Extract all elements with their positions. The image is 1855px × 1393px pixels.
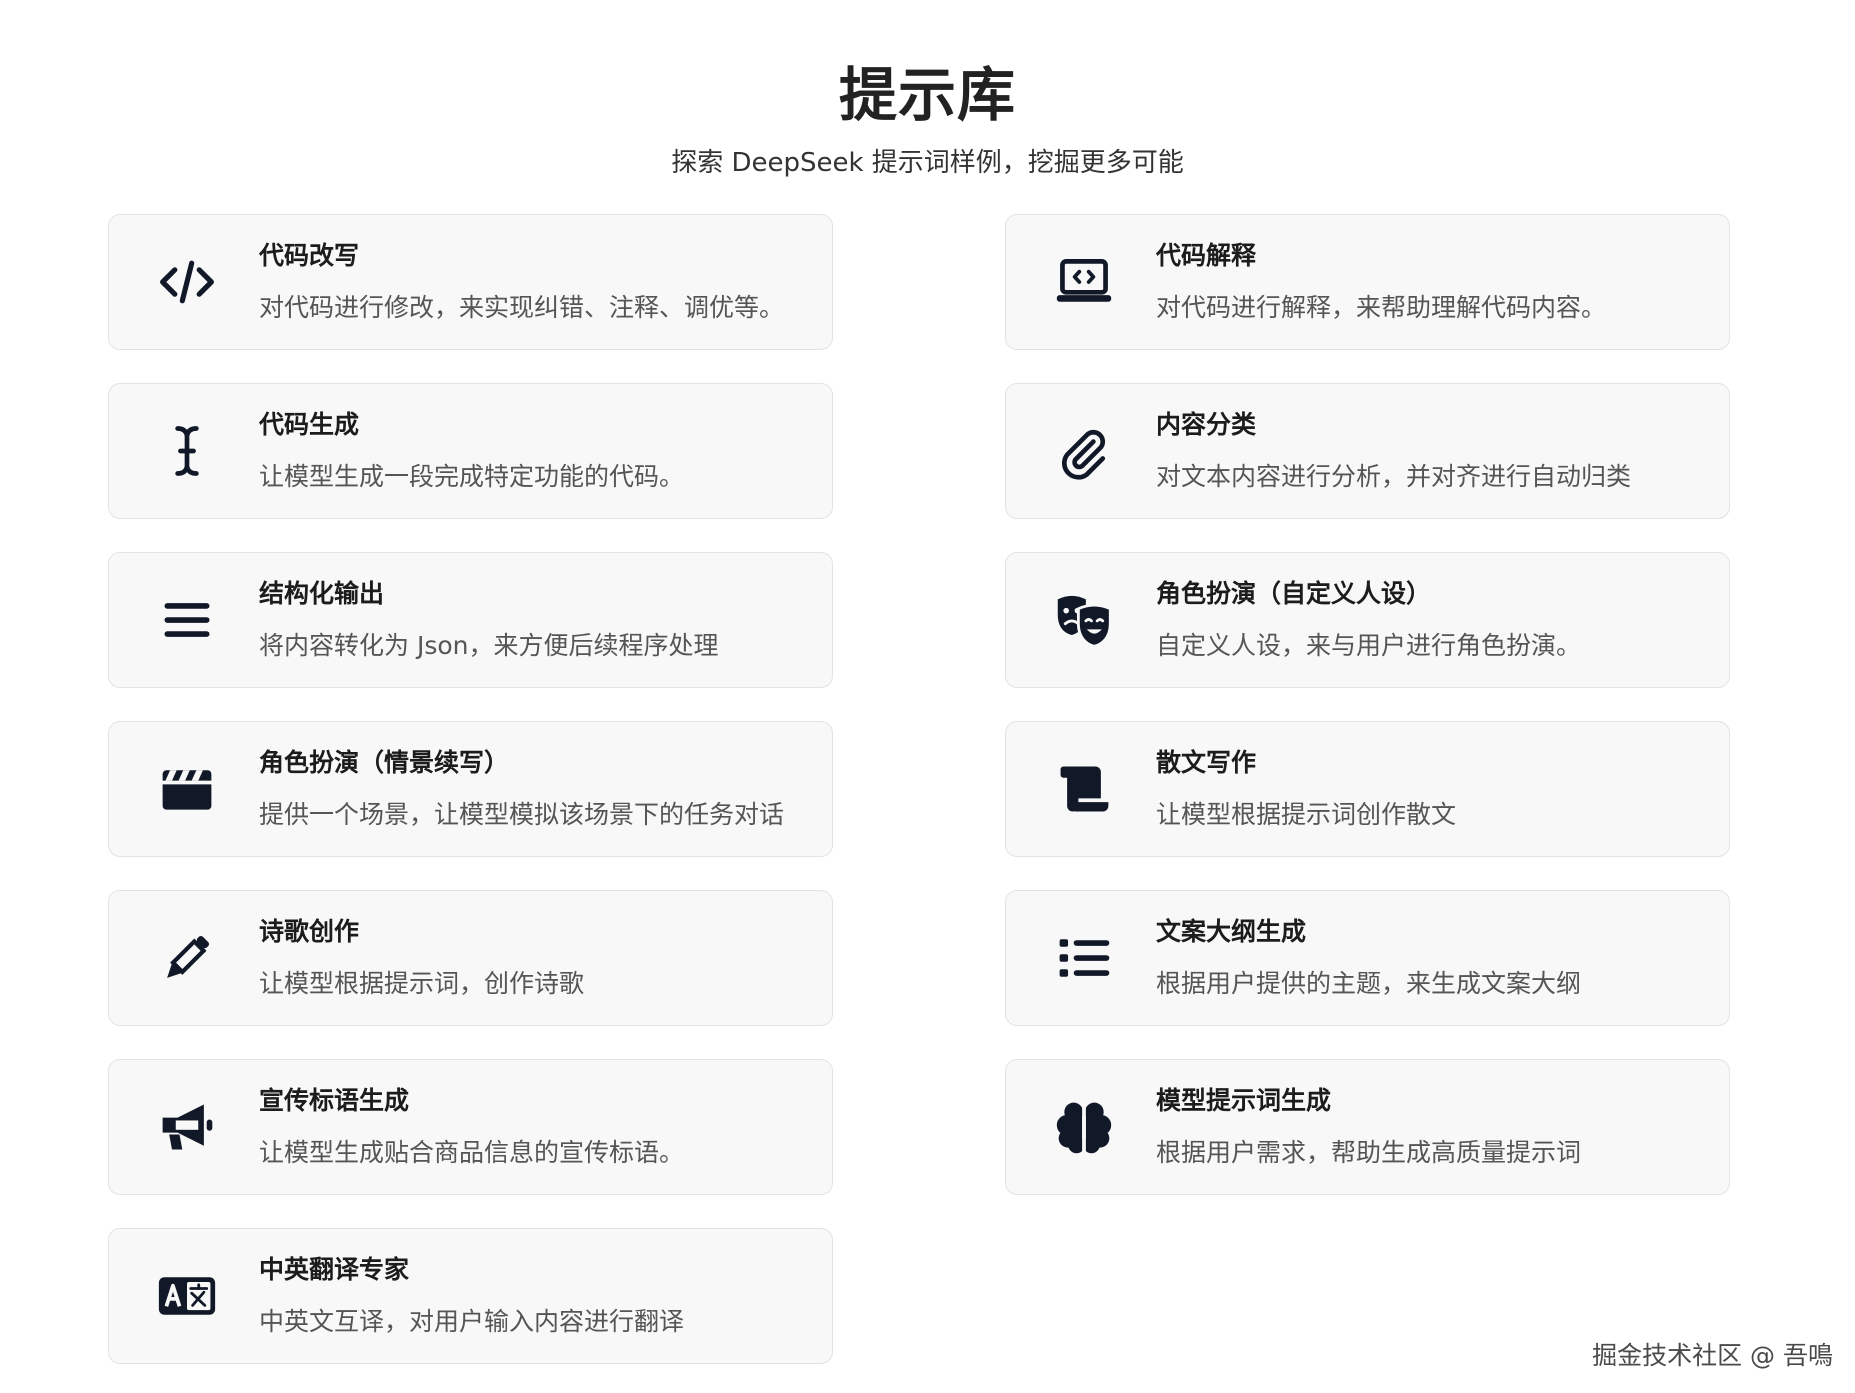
prompt-card-code-rewrite[interactable]: 代码改写 对代码进行修改，来实现纠错、注释、调优等。 bbox=[108, 214, 833, 350]
card-title: 角色扮演（情景续写） bbox=[259, 748, 510, 777]
card-description: 对代码进行修改，来实现纠错、注释、调优等。 bbox=[259, 293, 785, 322]
card-description: 根据用户提供的主题，来生成文案大纲 bbox=[1156, 969, 1582, 998]
card-description: 中英文互译，对用户输入内容进行翻译 bbox=[259, 1307, 685, 1336]
card-title: 角色扮演（自定义人设） bbox=[1156, 579, 1432, 608]
prompt-card-prompt-generate[interactable]: 模型提示词生成 根据用户需求，帮助生成高质量提示词 bbox=[1005, 1059, 1730, 1195]
prompt-card-roleplay-persona[interactable]: 角色扮演（自定义人设） 自定义人设，来与用户进行角色扮演。 bbox=[1005, 552, 1730, 688]
page-title: 提示库 bbox=[838, 61, 1016, 129]
card-title: 内容分类 bbox=[1156, 410, 1257, 439]
card-title: 宣传标语生成 bbox=[259, 1086, 410, 1115]
prompt-card-poetry[interactable]: 诗歌创作 让模型根据提示词，创作诗歌 bbox=[108, 890, 833, 1026]
watermark: 掘金技术社区 @ 吾鳴 bbox=[1592, 1341, 1833, 1370]
card-description: 对文本内容进行分析，并对齐进行自动归类 bbox=[1156, 462, 1632, 491]
bullhorn-icon bbox=[155, 1095, 219, 1159]
paperclip-icon bbox=[1052, 419, 1116, 483]
pencil-icon bbox=[155, 926, 219, 990]
card-description: 让模型生成一段完成特定功能的代码。 bbox=[259, 462, 685, 491]
clapperboard-icon bbox=[155, 757, 219, 821]
card-description: 让模型根据提示词，创作诗歌 bbox=[259, 969, 585, 998]
text-cursor-icon bbox=[155, 419, 219, 483]
prompt-card-copy-outline[interactable]: 文案大纲生成 根据用户提供的主题，来生成文案大纲 bbox=[1005, 890, 1730, 1026]
prompt-card-slogan[interactable]: 宣传标语生成 让模型生成贴合商品信息的宣传标语。 bbox=[108, 1059, 833, 1195]
card-description: 对代码进行解释，来帮助理解代码内容。 bbox=[1156, 293, 1607, 322]
bars-icon bbox=[155, 588, 219, 652]
card-title: 中英翻译专家 bbox=[259, 1255, 410, 1284]
page-subtitle: 探索 DeepSeek 提示词样例，挖掘更多可能 bbox=[671, 148, 1184, 178]
card-title: 诗歌创作 bbox=[259, 917, 360, 946]
prompt-card-grid: 代码改写 对代码进行修改，来实现纠错、注释、调优等。 代码解释 对代码进行解释，… bbox=[108, 214, 1730, 1364]
prompt-card-code-generate[interactable]: 代码生成 让模型生成一段完成特定功能的代码。 bbox=[108, 383, 833, 519]
card-title: 结构化输出 bbox=[259, 579, 385, 608]
prompt-card-roleplay-scenario[interactable]: 角色扮演（情景续写） 提供一个场景，让模型模拟该场景下的任务对话 bbox=[108, 721, 833, 857]
card-description: 将内容转化为 Json，来方便后续程序处理 bbox=[259, 631, 719, 660]
card-description: 让模型根据提示词创作散文 bbox=[1156, 800, 1457, 829]
prompt-card-structured-output[interactable]: 结构化输出 将内容转化为 Json，来方便后续程序处理 bbox=[108, 552, 833, 688]
masks-theater-icon bbox=[1052, 588, 1116, 652]
brain-icon bbox=[1052, 1095, 1116, 1159]
language-icon bbox=[155, 1264, 219, 1328]
card-description: 自定义人设，来与用户进行角色扮演。 bbox=[1156, 631, 1582, 660]
prompt-card-prose-writing[interactable]: 散文写作 让模型根据提示词创作散文 bbox=[1005, 721, 1730, 857]
laptop-code-icon bbox=[1052, 250, 1116, 314]
scroll-icon bbox=[1052, 757, 1116, 821]
prompt-card-code-explain[interactable]: 代码解释 对代码进行解释，来帮助理解代码内容。 bbox=[1005, 214, 1730, 350]
code-icon bbox=[155, 250, 219, 314]
list-icon bbox=[1052, 926, 1116, 990]
card-title: 文案大纲生成 bbox=[1156, 917, 1307, 946]
card-title: 代码解释 bbox=[1156, 241, 1257, 270]
card-title: 代码改写 bbox=[259, 241, 360, 270]
card-title: 散文写作 bbox=[1156, 748, 1257, 777]
prompt-card-translation[interactable]: 中英翻译专家 中英文互译，对用户输入内容进行翻译 bbox=[108, 1228, 833, 1364]
card-title: 模型提示词生成 bbox=[1156, 1086, 1332, 1115]
card-description: 让模型生成贴合商品信息的宣传标语。 bbox=[259, 1138, 685, 1167]
card-description: 根据用户需求，帮助生成高质量提示词 bbox=[1156, 1138, 1582, 1167]
prompt-card-content-classify[interactable]: 内容分类 对文本内容进行分析，并对齐进行自动归类 bbox=[1005, 383, 1730, 519]
card-description: 提供一个场景，让模型模拟该场景下的任务对话 bbox=[259, 800, 785, 829]
card-title: 代码生成 bbox=[259, 410, 360, 439]
